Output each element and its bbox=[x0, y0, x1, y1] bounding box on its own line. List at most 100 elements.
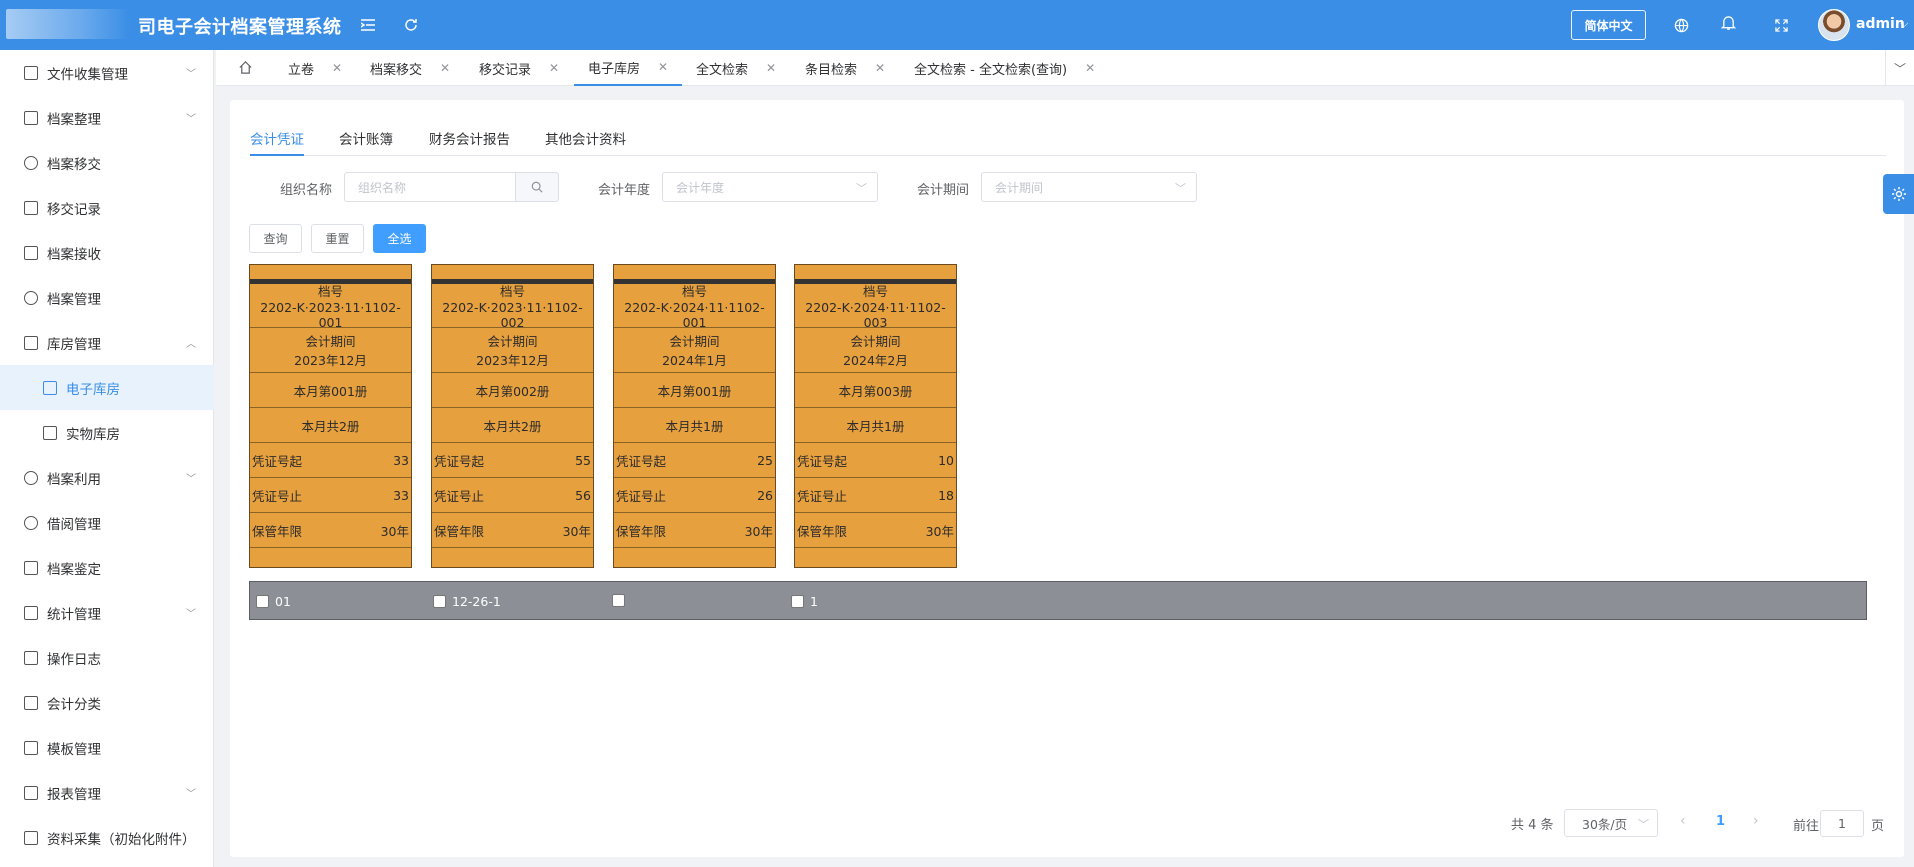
sidebar-item-statistics[interactable]: 统计管理 ﹀ bbox=[0, 590, 214, 635]
archive-box[interactable]: 档号 2202-K·2024·11·1102-003 会计期间 2024年2月 本月… bbox=[794, 264, 957, 568]
tab-archive-transfer[interactable]: 档案移交 ✕ bbox=[370, 50, 450, 86]
voucher-end-label: 凭证号止 bbox=[616, 488, 667, 504]
query-button[interactable]: 查询 bbox=[249, 224, 302, 253]
top-header: 司电子会计档案管理系统 简体中文 admin ⌵ bbox=[0, 0, 1914, 50]
reset-button[interactable]: 重置 bbox=[311, 224, 364, 253]
strip-item[interactable]: 12-26-1 bbox=[433, 594, 501, 609]
log-icon bbox=[24, 650, 38, 665]
tab-fulltext-search-query[interactable]: 全文检索 - 全文检索(查询) ✕ bbox=[914, 50, 1095, 86]
sidebar-item-operation-log[interactable]: 操作日志 bbox=[0, 635, 214, 680]
close-icon[interactable]: ✕ bbox=[440, 61, 450, 75]
checkbox[interactable] bbox=[433, 595, 446, 608]
current-page[interactable]: 1 bbox=[1716, 814, 1725, 829]
strip-item[interactable] bbox=[612, 594, 631, 607]
fullscreen-icon[interactable] bbox=[1771, 15, 1791, 35]
subtab-voucher[interactable]: 会计凭证 bbox=[250, 128, 304, 156]
close-icon[interactable]: ✕ bbox=[658, 60, 668, 74]
close-icon[interactable]: ✕ bbox=[875, 61, 885, 75]
close-icon[interactable]: ✕ bbox=[549, 61, 559, 75]
voucher-start-label: 凭证号起 bbox=[434, 453, 485, 469]
globe-icon[interactable] bbox=[1671, 15, 1691, 35]
retention-label: 保管年限 bbox=[252, 523, 303, 539]
settings-gear-icon[interactable] bbox=[1883, 174, 1914, 214]
receive-icon bbox=[24, 245, 38, 260]
report-icon bbox=[24, 785, 38, 800]
fiscal-period-select[interactable]: 会计期间 ﹀ bbox=[981, 172, 1197, 202]
volume-cell: 本月第002册 bbox=[432, 373, 593, 408]
page-size-value: 30条/页 bbox=[1582, 816, 1628, 832]
inspect-icon bbox=[24, 560, 38, 575]
sidebar-item-archive-organize[interactable]: 档案整理 ﹀ bbox=[0, 95, 214, 140]
chevron-down-icon[interactable]: ⌵ bbox=[1900, 17, 1908, 31]
close-icon[interactable]: ✕ bbox=[1085, 61, 1095, 75]
sidebar-item-appraisal[interactable]: 档案鉴定 bbox=[0, 545, 214, 590]
org-name-input[interactable]: 组织名称 bbox=[344, 172, 516, 202]
language-button[interactable]: 简体中文 bbox=[1571, 10, 1646, 40]
stats-icon bbox=[24, 605, 38, 620]
subtab-financial-report[interactable]: 财务会计报告 bbox=[429, 128, 510, 156]
sidebar-item-physical-warehouse[interactable]: 实物库房 bbox=[0, 410, 214, 455]
sidebar-item-archive-receive[interactable]: 档案接收 bbox=[0, 230, 214, 275]
archive-number-cell: 档号 2202-K·2023·11·1102-002 bbox=[432, 284, 593, 330]
prev-page-icon[interactable]: ‹ bbox=[1680, 813, 1686, 829]
archive-box[interactable]: 档号 2202-K·2023·11·1102-001 会计期间 2023年12月 本… bbox=[249, 264, 412, 568]
goto-page-input[interactable]: 1 bbox=[1820, 810, 1864, 837]
select-all-button[interactable]: 全选 bbox=[373, 224, 426, 253]
refresh-icon[interactable] bbox=[401, 15, 421, 35]
sidebar-item-report[interactable]: 报表管理 ﹀ bbox=[0, 770, 214, 815]
subtab-other-materials[interactable]: 其他会计资料 bbox=[545, 128, 626, 156]
archive-box[interactable]: 档号 2202-K·2024·11·1102-001 会计期间 2024年1月 本月… bbox=[613, 264, 776, 568]
sidebar-item-data-collection[interactable]: 资料采集（初始化附件） bbox=[0, 815, 214, 860]
tab-label: 移交记录 bbox=[479, 62, 532, 78]
sidebar-item-archive-use[interactable]: 档案利用 ﹀ bbox=[0, 455, 214, 500]
strip-item[interactable]: 1 bbox=[791, 594, 818, 609]
archive-box[interactable]: 档号 2202-K·2023·11·1102-002 会计期间 2023年12月 本… bbox=[431, 264, 594, 568]
menu-fold-icon[interactable] bbox=[358, 15, 378, 35]
avatar[interactable] bbox=[1818, 9, 1850, 41]
logo bbox=[6, 9, 130, 39]
close-icon[interactable]: ✕ bbox=[766, 61, 776, 75]
sidebar-item-borrow[interactable]: 借阅管理 bbox=[0, 500, 214, 545]
retention-value: 30年 bbox=[925, 523, 954, 539]
tab-transfer-records[interactable]: 移交记录 ✕ bbox=[479, 50, 559, 86]
checkbox[interactable] bbox=[256, 595, 269, 608]
sidebar-item-electronic-warehouse[interactable]: 电子库房 bbox=[0, 365, 214, 410]
period-label: 会计期间 bbox=[669, 334, 720, 349]
sidebar-item-archive-transfer[interactable]: 档案移交 bbox=[0, 140, 214, 185]
tab-fulltext-search[interactable]: 全文检索 ✕ bbox=[696, 50, 776, 86]
selection-strip: 01 12-26-1 1 bbox=[249, 581, 1867, 620]
next-page-icon[interactable]: › bbox=[1753, 813, 1759, 829]
subtab-ledger[interactable]: 会计账簿 bbox=[339, 128, 393, 156]
chevron-down-icon: ﹀ bbox=[186, 114, 196, 125]
page-size-select[interactable]: 30条/页 ﹀ bbox=[1564, 809, 1658, 837]
search-icon[interactable] bbox=[515, 172, 559, 202]
tab-entry-search[interactable]: 条目检索 ✕ bbox=[805, 50, 885, 86]
tab-label: 条目检索 bbox=[805, 62, 858, 78]
sidebar-item-template[interactable]: 模板管理 bbox=[0, 725, 214, 770]
fiscal-year-select[interactable]: 会计年度 ﹀ bbox=[662, 172, 878, 202]
strip-label: 01 bbox=[275, 594, 291, 609]
home-icon[interactable] bbox=[238, 60, 254, 76]
chevron-down-icon[interactable]: ﹀ bbox=[1894, 60, 1906, 77]
sidebar-item-file-collection[interactable]: 文件收集管理 ﹀ bbox=[0, 50, 214, 95]
strip-item[interactable]: 01 bbox=[256, 594, 291, 609]
period-value: 2023年12月 bbox=[294, 353, 367, 368]
checkbox[interactable] bbox=[791, 595, 804, 608]
user-name[interactable]: admin bbox=[1856, 16, 1905, 32]
close-icon[interactable]: ✕ bbox=[332, 61, 342, 75]
sidebar-item-label: 档案鉴定 bbox=[47, 561, 101, 578]
checkbox[interactable] bbox=[612, 594, 625, 607]
tab-label: 全文检索 bbox=[696, 62, 749, 78]
voucher-end-value: 56 bbox=[575, 487, 591, 503]
sidebar-item-warehouse[interactable]: 库房管理 ︿ bbox=[0, 320, 214, 365]
sidebar-item-label: 文件收集管理 bbox=[47, 66, 128, 83]
sidebar-item-transfer-records[interactable]: 移交记录 bbox=[0, 185, 214, 230]
retention-label: 保管年限 bbox=[616, 523, 667, 539]
sidebar-item-archive-manage[interactable]: 档案管理 bbox=[0, 275, 214, 320]
bell-icon[interactable] bbox=[1718, 13, 1738, 33]
tab-electronic-warehouse[interactable]: 电子库房 ✕ bbox=[574, 50, 683, 86]
tab-lijuan[interactable]: 立卷 ✕ bbox=[288, 50, 342, 86]
retention-value: 30年 bbox=[744, 523, 773, 539]
retention-cell: 保管年限 30年 bbox=[250, 513, 411, 548]
sidebar-item-accounting-category[interactable]: 会计分类 bbox=[0, 680, 214, 725]
